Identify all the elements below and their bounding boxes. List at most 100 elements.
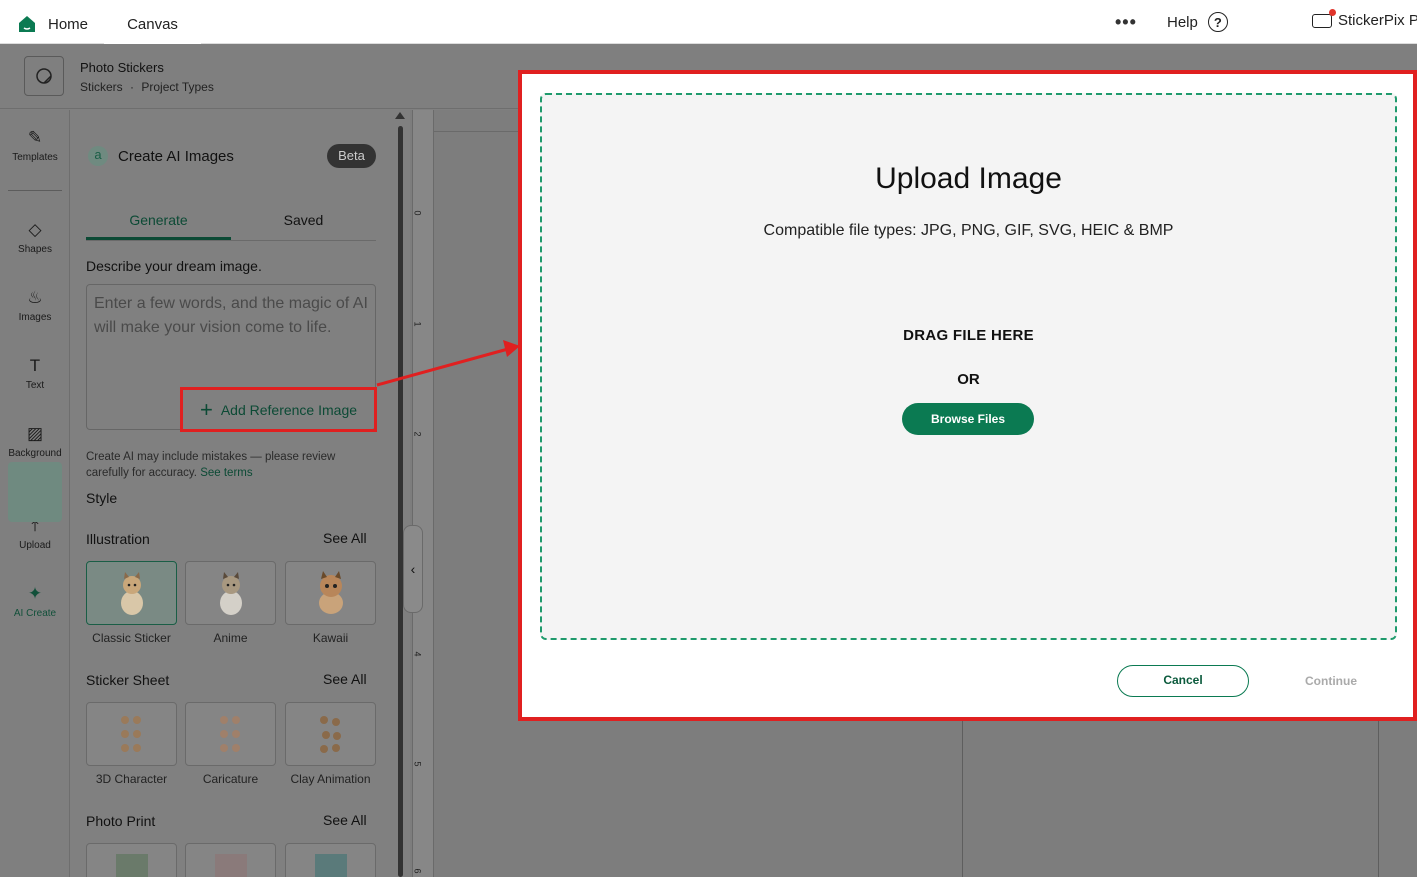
cat-thumbnail: [219, 572, 242, 615]
add-reference-label: Add Reference Image: [220, 401, 358, 418]
images-icon: ♨: [27, 288, 43, 307]
style-label-3d-character: 3D Character: [95, 772, 168, 786]
add-reference-image-button[interactable]: + Add Reference Image: [180, 387, 377, 432]
printer-icon: [1312, 8, 1336, 28]
tab-canvas[interactable]: Canvas: [104, 4, 201, 44]
notification-dot: [1329, 8, 1336, 16]
rail-label-text: Text: [25, 380, 45, 391]
dialog-title: Upload Image: [875, 162, 1062, 195]
rail-label-shapes: Shapes: [18, 244, 52, 255]
style-label-caricature: Caricature: [202, 772, 259, 786]
cat-thumbnail: [120, 572, 143, 615]
continue-button[interactable]: Continue: [1265, 665, 1397, 697]
rail-item-images[interactable]: ♨ Images: [0, 288, 70, 323]
style-thumb-photo-print-2[interactable]: [185, 843, 276, 877]
ruler-mark: 0: [412, 210, 423, 216]
prompt-placeholder: Enter a few words, and the magic of AI w…: [94, 295, 368, 336]
cancel-button[interactable]: Cancel: [1117, 665, 1249, 697]
ruler-mark: 1: [412, 321, 423, 327]
ruler-mark: 5: [412, 761, 423, 767]
rail-label-templates: Templates: [12, 152, 58, 163]
style-label-kawaii: Kawaii: [312, 631, 349, 645]
help-button[interactable]: Help ?: [1167, 12, 1228, 32]
rail-item-ai-create-highlight: [8, 462, 62, 522]
file-types-text: Compatible file types: JPG, PNG, GIF, SV…: [763, 222, 1174, 239]
rail-label-ai-create: AI Create: [13, 608, 57, 619]
ai-disclaimer: Create AI may include mistakes — please …: [86, 449, 376, 481]
ruler-mark: 6: [412, 868, 423, 874]
canvas-guide-line: [1378, 720, 1379, 877]
photo-thumbnail: [115, 854, 148, 877]
rail-label-background: Background: [8, 448, 62, 459]
style-thumb-kawaii[interactable]: [285, 561, 376, 625]
panel-scrollbar[interactable]: [395, 110, 405, 877]
breadcrumb: Stickers · Project Types: [80, 80, 214, 94]
rail-label-images: Images: [18, 312, 52, 323]
tab-home-label: Home: [48, 15, 89, 33]
tab-canvas-label: Canvas: [127, 15, 178, 33]
cat-thumbnail: [318, 571, 343, 614]
background-icon: ▨: [26, 424, 44, 443]
printer-menu[interactable]: StickerPix Pr: [1312, 8, 1417, 29]
panel-title: Create AI Images: [118, 148, 234, 165]
rail-label-upload: Upload: [19, 540, 51, 551]
style-label-clay-animation: Clay Animation: [290, 772, 371, 786]
style-thumb-clay-animation[interactable]: [285, 702, 376, 766]
breadcrumb-project-types[interactable]: Project Types: [141, 80, 213, 94]
tab-home[interactable]: Home: [18, 4, 104, 44]
style-thumb-classic-sticker[interactable]: [86, 561, 177, 625]
photo-thumbnail: [214, 854, 247, 877]
chevron-left-icon: ‹: [410, 561, 416, 577]
rail-item-templates[interactable]: ✎ Templates: [0, 128, 70, 163]
help-icon: ?: [1207, 12, 1228, 32]
style-thumb-photo-print-3[interactable]: [285, 843, 376, 877]
style-thumb-photo-print-1[interactable]: [86, 843, 177, 877]
style-label: Style: [86, 490, 118, 506]
browse-files-button[interactable]: Browse Files: [902, 403, 1034, 435]
scroll-thumb[interactable]: [398, 126, 403, 877]
drag-file-text: DRAG FILE HERE: [903, 327, 1034, 344]
canvas-guide-line: [962, 720, 963, 877]
rail-item-shapes[interactable]: ◇ Shapes: [0, 220, 70, 255]
style-thumb-3d-character[interactable]: [86, 702, 177, 766]
breadcrumb-stickers[interactable]: Stickers: [80, 80, 123, 94]
help-label: Help: [1167, 13, 1198, 31]
active-tab-indicator: [86, 237, 231, 240]
more-options-icon[interactable]: •••: [1115, 12, 1137, 33]
section-title-photo-print: Photo Print: [86, 813, 156, 829]
see-all-illustration[interactable]: See All: [323, 530, 367, 546]
shapes-icon: ◇: [28, 220, 42, 239]
style-label-anime: Anime: [213, 631, 248, 645]
describe-label: Describe your dream image.: [86, 258, 262, 274]
rail-divider: [8, 190, 62, 191]
sticker-sheet-thumbnail: [120, 716, 141, 752]
section-title-illustration: Illustration: [86, 531, 150, 547]
or-text: OR: [957, 371, 980, 388]
rail-item-ai-create[interactable]: ✦ AI Create: [0, 584, 70, 619]
beta-badge: Beta: [327, 144, 376, 168]
plus-icon: +: [199, 396, 213, 422]
printer-label: StickerPix Pr: [1338, 12, 1417, 29]
see-all-photo-print[interactable]: See All: [323, 812, 367, 828]
tab-generate[interactable]: Generate: [86, 212, 231, 228]
ruler-mark: 4: [412, 651, 423, 657]
project-title: Photo Stickers: [80, 60, 164, 75]
sticker-sheet-thumbnail: [219, 716, 240, 752]
tabs-divider: [86, 240, 376, 241]
scroll-up-icon[interactable]: [395, 112, 405, 119]
rail-item-text[interactable]: T Text: [0, 356, 70, 391]
sticker-sheet-thumbnail: [319, 716, 341, 753]
sticker-icon[interactable]: [24, 56, 64, 96]
home-icon: [19, 16, 35, 32]
top-bar: Home Canvas ••• Help ? StickerPix Pr: [0, 0, 1417, 44]
see-terms-link[interactable]: See terms: [200, 467, 252, 479]
style-thumb-anime[interactable]: [185, 561, 276, 625]
templates-icon: ✎: [27, 128, 43, 147]
collapse-panel-button[interactable]: ‹: [403, 525, 423, 613]
see-all-sticker-sheet[interactable]: See All: [323, 671, 367, 687]
text-icon: T: [29, 356, 41, 375]
tab-saved[interactable]: Saved: [231, 212, 376, 228]
rail-item-background[interactable]: ▨ Background: [0, 424, 70, 459]
section-title-sticker-sheet: Sticker Sheet: [86, 672, 170, 688]
style-thumb-caricature[interactable]: [185, 702, 276, 766]
